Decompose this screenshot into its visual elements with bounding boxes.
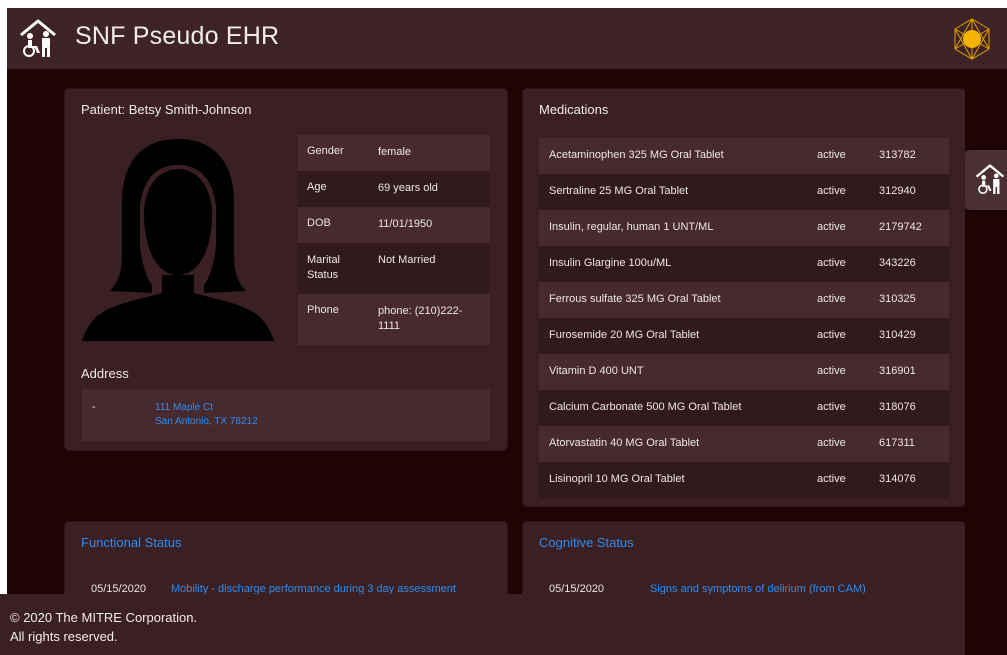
info-label: Age xyxy=(307,181,327,193)
address-line-1[interactable]: 111 Maple Ct xyxy=(155,401,258,415)
medication-status: active xyxy=(817,365,846,377)
medication-name: Atorvastatin 40 MG Oral Tablet xyxy=(549,437,700,449)
info-label: Phone xyxy=(307,304,339,316)
top-navbar: SNF Pseudo EHR xyxy=(0,0,1007,69)
info-row-marital-status: Marital Status Not Married xyxy=(298,243,490,294)
info-label: Gender xyxy=(307,145,344,157)
medication-row: Calcium Carbonate 500 MG Oral Tablet act… xyxy=(539,390,949,426)
medication-name: Sertraline 25 MG Oral Tablet xyxy=(549,185,689,197)
medication-row: Insulin Glargine 100u/ML active 343226 xyxy=(539,246,949,282)
medication-code: 316901 xyxy=(879,365,916,377)
medication-status: active xyxy=(817,473,846,485)
side-tab-button[interactable] xyxy=(965,150,1007,210)
info-value: 69 years old xyxy=(378,182,438,194)
info-label: Marital Status xyxy=(307,254,341,281)
patient-info-table: Gender female Age 69 years old DOB 11/01… xyxy=(298,135,490,345)
medication-code: 310325 xyxy=(879,293,916,305)
info-label: DOB xyxy=(307,217,331,229)
patient-avatar xyxy=(82,139,274,341)
footer-rights: All rights reserved. xyxy=(10,629,118,644)
medications-table: Acetaminophen 325 MG Oral Tablet active … xyxy=(539,138,949,498)
medications-heading: Medications xyxy=(539,102,609,117)
medication-row: Atorvastatin 40 MG Oral Tablet active 61… xyxy=(539,426,949,462)
medication-row: Acetaminophen 325 MG Oral Tablet active … xyxy=(539,138,949,174)
medication-status: active xyxy=(817,257,846,269)
patient-panel: Patient: Betsy Smith-Johnson Gender fema… xyxy=(65,89,507,450)
medication-status: active xyxy=(817,401,846,413)
medication-code: 314076 xyxy=(879,473,916,485)
medication-status: active xyxy=(817,293,846,305)
functional-status-panel: Functional Status 05/15/2020 Mobility - … xyxy=(65,522,507,602)
medication-name: Furosemide 20 MG Oral Tablet xyxy=(549,329,700,341)
medication-row: Insulin, regular, human 1 UNT/ML active … xyxy=(539,210,949,246)
medication-status: active xyxy=(817,221,846,233)
info-value: phone: (210)222-1111 xyxy=(378,305,463,332)
home-care-icon[interactable] xyxy=(19,18,57,58)
medication-status: active xyxy=(817,329,846,341)
frame-edge xyxy=(0,0,7,655)
network-hexagon-icon[interactable] xyxy=(950,17,994,61)
medication-row: Furosemide 20 MG Oral Tablet active 3104… xyxy=(539,318,949,354)
info-row-dob: DOB 11/01/1950 xyxy=(298,207,490,243)
medication-row: Vitamin D 400 UNT active 316901 xyxy=(539,354,949,390)
footer: © 2020 The MITRE Corporation. All rights… xyxy=(0,594,965,655)
home-care-icon xyxy=(975,164,1005,194)
medication-code: 318076 xyxy=(879,401,916,413)
info-value: 11/01/1950 xyxy=(378,218,433,230)
cognitive-status-heading[interactable]: Cognitive Status xyxy=(539,535,634,550)
medication-code: 313782 xyxy=(879,149,916,161)
address-heading: Address xyxy=(81,366,129,381)
info-value: female xyxy=(378,146,412,158)
cognitive-status-panel: Cognitive Status 05/15/2020 Signs and sy… xyxy=(523,522,965,602)
medication-code: 343226 xyxy=(879,257,916,269)
medication-code: 617311 xyxy=(879,437,915,449)
medication-code: 2179742 xyxy=(879,221,922,233)
medication-row: Lisinopril 10 MG Oral Tablet active 3140… xyxy=(539,462,949,498)
info-value: Not Married xyxy=(378,254,436,266)
medication-name: Vitamin D 400 UNT xyxy=(549,365,644,377)
info-row-phone: Phone phone: (210)222-1111 xyxy=(298,294,490,345)
info-row-age: Age 69 years old xyxy=(298,171,490,207)
frame-edge xyxy=(0,0,1007,8)
medication-status: active xyxy=(817,185,846,197)
medication-name: Calcium Carbonate 500 MG Oral Tablet xyxy=(549,401,742,413)
medication-name: Lisinopril 10 MG Oral Tablet xyxy=(549,473,685,485)
medication-row: Sertraline 25 MG Oral Tablet active 3129… xyxy=(539,174,949,210)
medication-name: Insulin, regular, human 1 UNT/ML xyxy=(549,221,714,233)
address-use: - xyxy=(92,401,96,413)
medication-name: Acetaminophen 325 MG Oral Tablet xyxy=(549,149,724,161)
footer-copyright: © 2020 The MITRE Corporation. xyxy=(10,610,198,625)
address-link[interactable]: 111 Maple Ct San Antonio, TX 78212 xyxy=(155,401,258,429)
medication-status: active xyxy=(817,149,846,161)
address-row: - 111 Maple Ct San Antonio, TX 78212 xyxy=(82,389,490,441)
medication-code: 310429 xyxy=(879,329,916,341)
address-line-2[interactable]: San Antonio, TX 78212 xyxy=(155,415,258,429)
medication-status: active xyxy=(817,437,846,449)
medication-name: Insulin Glargine 100u/ML xyxy=(549,257,672,269)
medication-code: 312940 xyxy=(879,185,916,197)
patient-heading: Patient: Betsy Smith-Johnson xyxy=(81,102,252,117)
medication-row: Ferrous sulfate 325 MG Oral Tablet activ… xyxy=(539,282,949,318)
medications-panel: Medications Acetaminophen 325 MG Oral Ta… xyxy=(523,89,965,506)
app-title: SNF Pseudo EHR xyxy=(75,22,280,50)
functional-status-heading[interactable]: Functional Status xyxy=(81,535,181,550)
medication-name: Ferrous sulfate 325 MG Oral Tablet xyxy=(549,293,721,305)
info-row-gender: Gender female xyxy=(298,135,490,171)
